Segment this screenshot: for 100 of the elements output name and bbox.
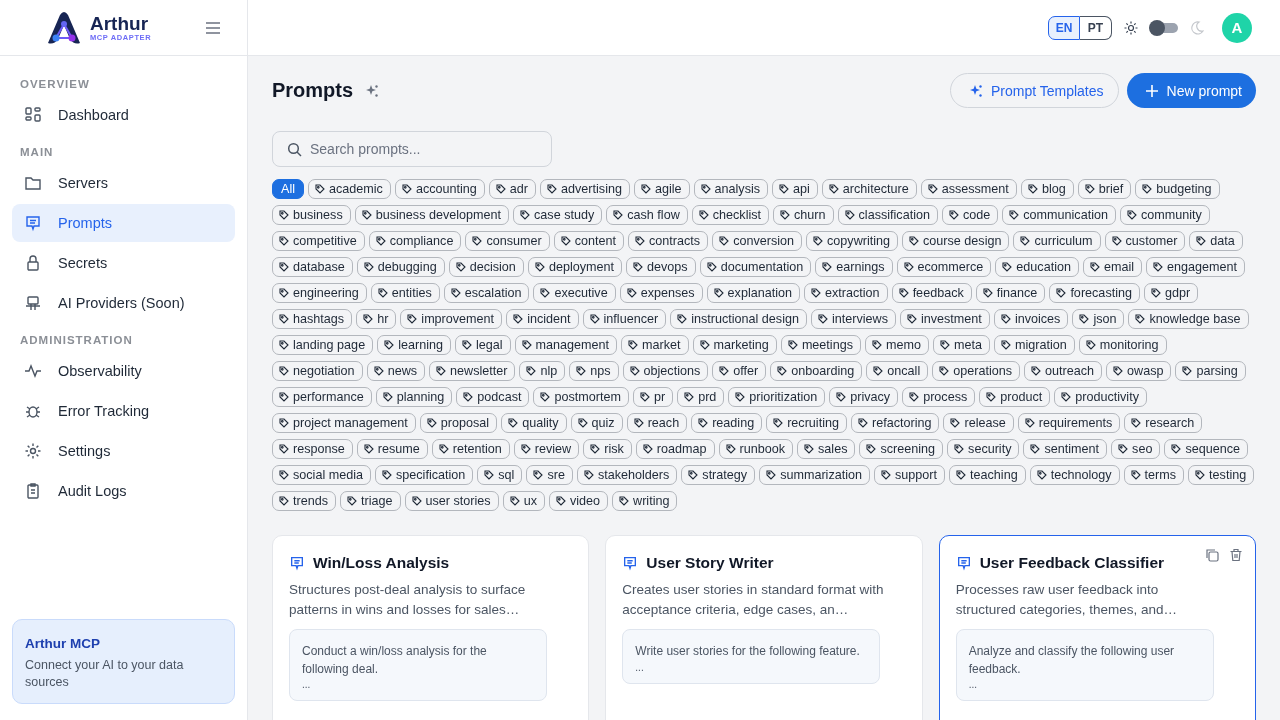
tag-chip[interactable]: debugging — [356, 257, 445, 277]
tag-chip[interactable]: customer — [1104, 231, 1186, 251]
tag-chip[interactable]: extraction — [804, 283, 888, 303]
tag-chip[interactable]: specification — [375, 465, 474, 485]
tag-chip[interactable]: expenses — [619, 283, 703, 303]
prompt-card[interactable]: Win/Loss Analysis Structures post-deal analysis to surface patterns in wins and losses for sales… Conduct a win/loss analysis for the following deal. ... — [272, 535, 590, 720]
tag-chip[interactable]: feedback — [891, 283, 972, 303]
tag-chip[interactable]: classification — [837, 205, 938, 225]
tag-chip[interactable]: response — [272, 439, 353, 459]
tag-chip[interactable]: nlp — [519, 361, 566, 381]
tag-chip[interactable]: negotiation — [272, 361, 363, 381]
tag-chip[interactable]: documentation — [699, 257, 812, 277]
tag-chip[interactable]: video — [548, 491, 609, 511]
tag-chip[interactable]: product — [979, 387, 1051, 407]
tag-chip[interactable]: compliance — [368, 231, 462, 251]
tag-chip[interactable]: influencer — [582, 309, 667, 329]
tag-chip[interactable]: productivity — [1054, 387, 1147, 407]
tag-chip[interactable]: escalation — [443, 283, 530, 303]
tag-chip[interactable]: outreach — [1024, 361, 1103, 381]
tag-chip[interactable]: devops — [626, 257, 696, 277]
tag-chip[interactable]: gdpr — [1144, 283, 1199, 303]
tag-chip[interactable]: quiz — [570, 413, 623, 433]
tag-chip[interactable]: meetings — [780, 335, 861, 355]
tag-chip[interactable]: agile — [633, 179, 690, 199]
tag-chip[interactable]: advertising — [540, 179, 630, 199]
tag-chip[interactable]: performance — [272, 387, 372, 407]
tag-chip[interactable]: objections — [622, 361, 709, 381]
tag-chip[interactable]: email — [1083, 257, 1143, 277]
tag-chip[interactable]: teaching — [949, 465, 1026, 485]
nav-item[interactable]: AI Providers (Soon) — [12, 284, 235, 322]
tag-chip[interactable]: testing — [1188, 465, 1255, 485]
tag-chip[interactable]: case study — [513, 205, 603, 225]
tag-chip[interactable]: terms — [1123, 465, 1185, 485]
tag-chip[interactable]: parsing — [1175, 361, 1246, 381]
tag-chip[interactable]: management — [514, 335, 618, 355]
tag-chip[interactable]: sentiment — [1023, 439, 1108, 459]
nav-item[interactable]: Servers — [12, 164, 235, 202]
tag-chip[interactable]: operations — [932, 361, 1020, 381]
menu-icon[interactable] — [205, 21, 221, 34]
tag-chip[interactable]: learning — [377, 335, 451, 355]
tag-chip[interactable]: reading — [691, 413, 763, 433]
tag-chip[interactable]: planning — [375, 387, 453, 407]
tag-chip[interactable]: accounting — [394, 179, 485, 199]
tag-chip[interactable]: sre — [526, 465, 573, 485]
tag-chip[interactable]: knowledge base — [1128, 309, 1249, 329]
tag-chip[interactable]: triage — [340, 491, 401, 511]
tag-chip[interactable]: communication — [1002, 205, 1116, 225]
tag-chip[interactable]: database — [272, 257, 353, 277]
tag-chip[interactable]: churn — [773, 205, 834, 225]
tag-chip[interactable]: user stories — [404, 491, 499, 511]
prompt-card[interactable]: User Feedback Classifier Processes raw user feedback into structured categories, themes, and… Analyze and classify the following user feedback. ... — [938, 535, 1256, 720]
tag-chip[interactable]: education — [995, 257, 1079, 277]
tag-chip[interactable]: podcast — [456, 387, 530, 407]
new-prompt-button[interactable]: New prompt — [1126, 73, 1256, 108]
tag-chip[interactable]: newsletter — [429, 361, 516, 381]
tag-chip[interactable]: writing — [612, 491, 678, 511]
tag-chip[interactable]: copywriting — [806, 231, 899, 251]
tag-chip[interactable]: requirements — [1017, 413, 1121, 433]
tag-chip[interactable]: business — [272, 205, 351, 225]
tag-chip[interactable]: news — [366, 361, 426, 381]
tag-chip[interactable]: trends — [272, 491, 336, 511]
tag-chip[interactable]: hr — [356, 309, 397, 329]
tag-chip[interactable]: risk — [583, 439, 632, 459]
tag-chip[interactable]: monitoring — [1078, 335, 1167, 355]
tag-chip[interactable]: oncall — [866, 361, 929, 381]
tag-chip[interactable]: invoices — [993, 309, 1069, 329]
tag-chip[interactable]: explanation — [706, 283, 800, 303]
tag-chip[interactable]: pr — [632, 387, 674, 407]
tag-chip[interactable]: market — [621, 335, 689, 355]
tag-chip[interactable]: curriculum — [1013, 231, 1101, 251]
tag-chip[interactable]: security — [947, 439, 1020, 459]
tag-chip[interactable]: deployment — [527, 257, 622, 277]
tag-chip[interactable]: instructional design — [670, 309, 807, 329]
tag-chip[interactable]: sequence — [1164, 439, 1248, 459]
nav-item[interactable]: Observability — [12, 352, 235, 390]
copy-icon[interactable] — [1205, 548, 1219, 562]
tag-chip[interactable]: resume — [356, 439, 428, 459]
prompt-card[interactable]: User Story Writer Creates user stories in standard format with acceptance criteria, edge cases, an… Write user stories for the following feature. ... — [605, 535, 923, 720]
tag-chip[interactable]: consumer — [465, 231, 550, 251]
tag-chip[interactable]: data — [1189, 231, 1243, 251]
tag-chip[interactable]: strategy — [681, 465, 756, 485]
all-filter-chip[interactable]: All — [272, 179, 304, 199]
tag-chip[interactable]: review — [513, 439, 580, 459]
tag-chip[interactable]: stakeholders — [576, 465, 678, 485]
language-button[interactable]: PT — [1080, 15, 1112, 40]
nav-item[interactable]: Prompts — [12, 204, 235, 242]
tag-chip[interactable]: recruiting — [766, 413, 847, 433]
tag-chip[interactable]: improvement — [400, 309, 503, 329]
tag-chip[interactable]: content — [553, 231, 624, 251]
nav-item[interactable]: Secrets — [12, 244, 235, 282]
tag-chip[interactable]: sales — [797, 439, 856, 459]
tag-chip[interactable]: retention — [431, 439, 510, 459]
tag-chip[interactable]: screening — [859, 439, 944, 459]
tag-chip[interactable]: decision — [448, 257, 524, 277]
tag-chip[interactable]: prd — [677, 387, 725, 407]
tag-chip[interactable]: privacy — [829, 387, 899, 407]
tag-chip[interactable]: quality — [501, 413, 567, 433]
tag-chip[interactable]: entities — [370, 283, 440, 303]
tag-chip[interactable]: prioritization — [728, 387, 826, 407]
tag-chip[interactable]: ecommerce — [896, 257, 992, 277]
